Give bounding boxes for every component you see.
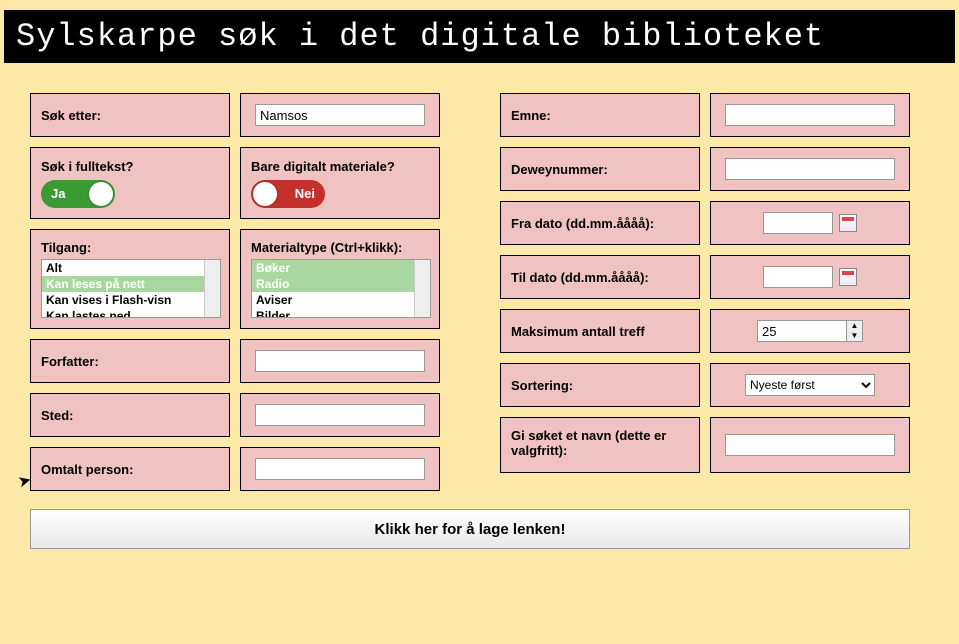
- label-navn: Gi søket et navn (dette er valgfritt):: [500, 417, 700, 473]
- input-emne[interactable]: [725, 104, 895, 126]
- label-omtalt: Omtalt person:: [30, 447, 230, 491]
- chevron-down-icon[interactable]: ▼: [847, 331, 862, 341]
- search-form: Søk etter: Søk i fulltekst? Ja Bare digi…: [0, 63, 959, 559]
- select-sortering[interactable]: Nyeste først: [745, 374, 875, 396]
- scrollbar[interactable]: [204, 260, 220, 317]
- listbox-tilgang[interactable]: Alt Kan leses på nett Kan vises i Flash-…: [41, 259, 221, 318]
- label-materialtype: Materialtype (Ctrl+klikk): Bøker Radio A…: [240, 229, 440, 329]
- input-forfatter[interactable]: [255, 350, 425, 372]
- chevron-up-icon[interactable]: ▲: [847, 321, 862, 331]
- label-forfatter: Forfatter:: [30, 339, 230, 383]
- input-sted[interactable]: [255, 404, 425, 426]
- label-digitalt: Bare digitalt materiale? Nei: [240, 147, 440, 219]
- input-maks[interactable]: [757, 320, 847, 342]
- list-item[interactable]: Aviser: [252, 292, 430, 308]
- calendar-icon[interactable]: [839, 214, 857, 232]
- page-title: Sylskarpe søk i det digitale biblioteket: [4, 10, 955, 63]
- toggle-knob: [253, 182, 277, 206]
- input-dewey[interactable]: [725, 158, 895, 180]
- label-fra-dato: Fra dato (dd.mm.åååå):: [500, 201, 700, 245]
- submit-button[interactable]: Klikk her for å lage lenken!: [30, 509, 910, 549]
- list-item[interactable]: Radio: [252, 276, 430, 292]
- toggle-fulltekst[interactable]: Ja: [41, 180, 115, 208]
- input-til-dato[interactable]: [763, 266, 833, 288]
- input-sok-etter[interactable]: [255, 104, 425, 126]
- label-tilgang-text: Tilgang:: [41, 240, 219, 255]
- scrollbar[interactable]: [414, 260, 430, 317]
- label-sok-etter: Søk etter:: [30, 93, 230, 137]
- list-item[interactable]: Kan lastes ned: [42, 308, 220, 318]
- label-materialtype-text: Materialtype (Ctrl+klikk):: [251, 240, 429, 255]
- input-fra-dato[interactable]: [763, 212, 833, 234]
- label-dewey: Deweynummer:: [500, 147, 700, 191]
- label-emne: Emne:: [500, 93, 700, 137]
- label-fulltekst-text: Søk i fulltekst?: [41, 159, 219, 174]
- toggle-fulltekst-text: Ja: [51, 186, 65, 201]
- list-item[interactable]: Alt: [42, 260, 220, 276]
- calendar-icon[interactable]: [839, 268, 857, 286]
- label-til-dato: Til dato (dd.mm.åååå):: [500, 255, 700, 299]
- input-omtalt[interactable]: [255, 458, 425, 480]
- label-tilgang: Tilgang: Alt Kan leses på nett Kan vises…: [30, 229, 230, 329]
- stepper-buttons[interactable]: ▲▼: [847, 320, 863, 342]
- label-sortering: Sortering:: [500, 363, 700, 407]
- label-sted: Sted:: [30, 393, 230, 437]
- toggle-digitalt[interactable]: Nei: [251, 180, 325, 208]
- label-digitalt-text: Bare digitalt materiale?: [251, 159, 429, 174]
- list-item[interactable]: Kan leses på nett: [42, 276, 220, 292]
- toggle-digitalt-text: Nei: [295, 186, 315, 201]
- toggle-knob: [89, 182, 113, 206]
- label-fulltekst: Søk i fulltekst? Ja: [30, 147, 230, 219]
- list-item[interactable]: Bilder: [252, 308, 430, 318]
- list-item[interactable]: Bøker: [252, 260, 430, 276]
- listbox-materialtype[interactable]: Bøker Radio Aviser Bilder: [251, 259, 431, 318]
- input-navn[interactable]: [725, 434, 895, 456]
- label-maks: Maksimum antall treff: [500, 309, 700, 353]
- list-item[interactable]: Kan vises i Flash-visn: [42, 292, 220, 308]
